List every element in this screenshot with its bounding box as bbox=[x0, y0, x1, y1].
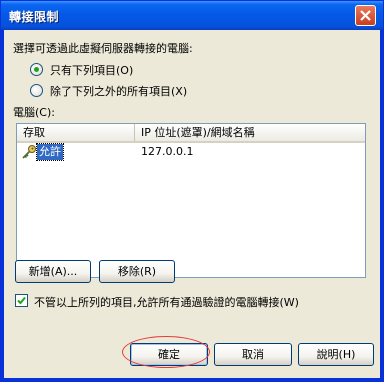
close-button[interactable] bbox=[355, 5, 376, 26]
row-address-cell: 127.0.0.1 bbox=[141, 145, 194, 158]
row-access-cell[interactable]: 允許 bbox=[36, 143, 64, 161]
computers-list[interactable]: 存取 IP 位址(遮罩)/網域名稱 允許 127.0.0.1 bbox=[16, 123, 366, 278]
radio-only-listed-label[interactable]: 只有下列項目(O) bbox=[50, 62, 133, 78]
title-bar[interactable]: 轉接限制 bbox=[1, 1, 383, 30]
dialog-client-area: 選擇可透過此虛擬伺服器轉接的電腦: 只有下列項目(O) 除了下列之外的所有項目(… bbox=[4, 30, 380, 378]
instruction-text: 選擇可透過此虛擬伺服器轉接的電腦: bbox=[13, 42, 193, 55]
column-header-address[interactable]: IP 位址(遮罩)/網域名稱 bbox=[135, 124, 365, 141]
computers-label: 電腦(C): bbox=[13, 106, 55, 119]
list-header: 存取 IP 位址(遮罩)/網域名稱 bbox=[17, 124, 365, 143]
radio-selected-dot bbox=[34, 67, 39, 72]
close-icon bbox=[360, 10, 371, 21]
list-row[interactable]: 允許 127.0.0.1 bbox=[17, 143, 365, 161]
ok-button[interactable]: 確定 bbox=[130, 343, 208, 366]
radio-only-listed-button[interactable] bbox=[30, 63, 43, 76]
allow-authenticated-label[interactable]: 不管以上所列的項目,允許所有通過驗證的電腦轉接(W) bbox=[34, 294, 299, 310]
cancel-button[interactable]: 取消 bbox=[214, 343, 292, 366]
radio-all-except-button[interactable] bbox=[30, 84, 43, 97]
window-title: 轉接限制 bbox=[9, 10, 60, 24]
key-icon bbox=[22, 145, 36, 159]
column-header-access[interactable]: 存取 bbox=[17, 124, 135, 141]
radio-all-except-label[interactable]: 除了下列之外的所有項目(X) bbox=[50, 83, 187, 99]
remove-button[interactable]: 移除(R) bbox=[99, 260, 175, 283]
add-button[interactable]: 新增(A)... bbox=[15, 260, 91, 283]
relay-restrictions-dialog: 轉接限制 選擇可透過此虛擬伺服器轉接的電腦: 只有下列項目(O) 除了下列之外的… bbox=[0, 0, 384, 382]
checkmark-icon bbox=[17, 296, 26, 305]
help-button[interactable]: 說明(H) bbox=[298, 343, 374, 366]
allow-authenticated-checkbox[interactable] bbox=[15, 294, 28, 307]
